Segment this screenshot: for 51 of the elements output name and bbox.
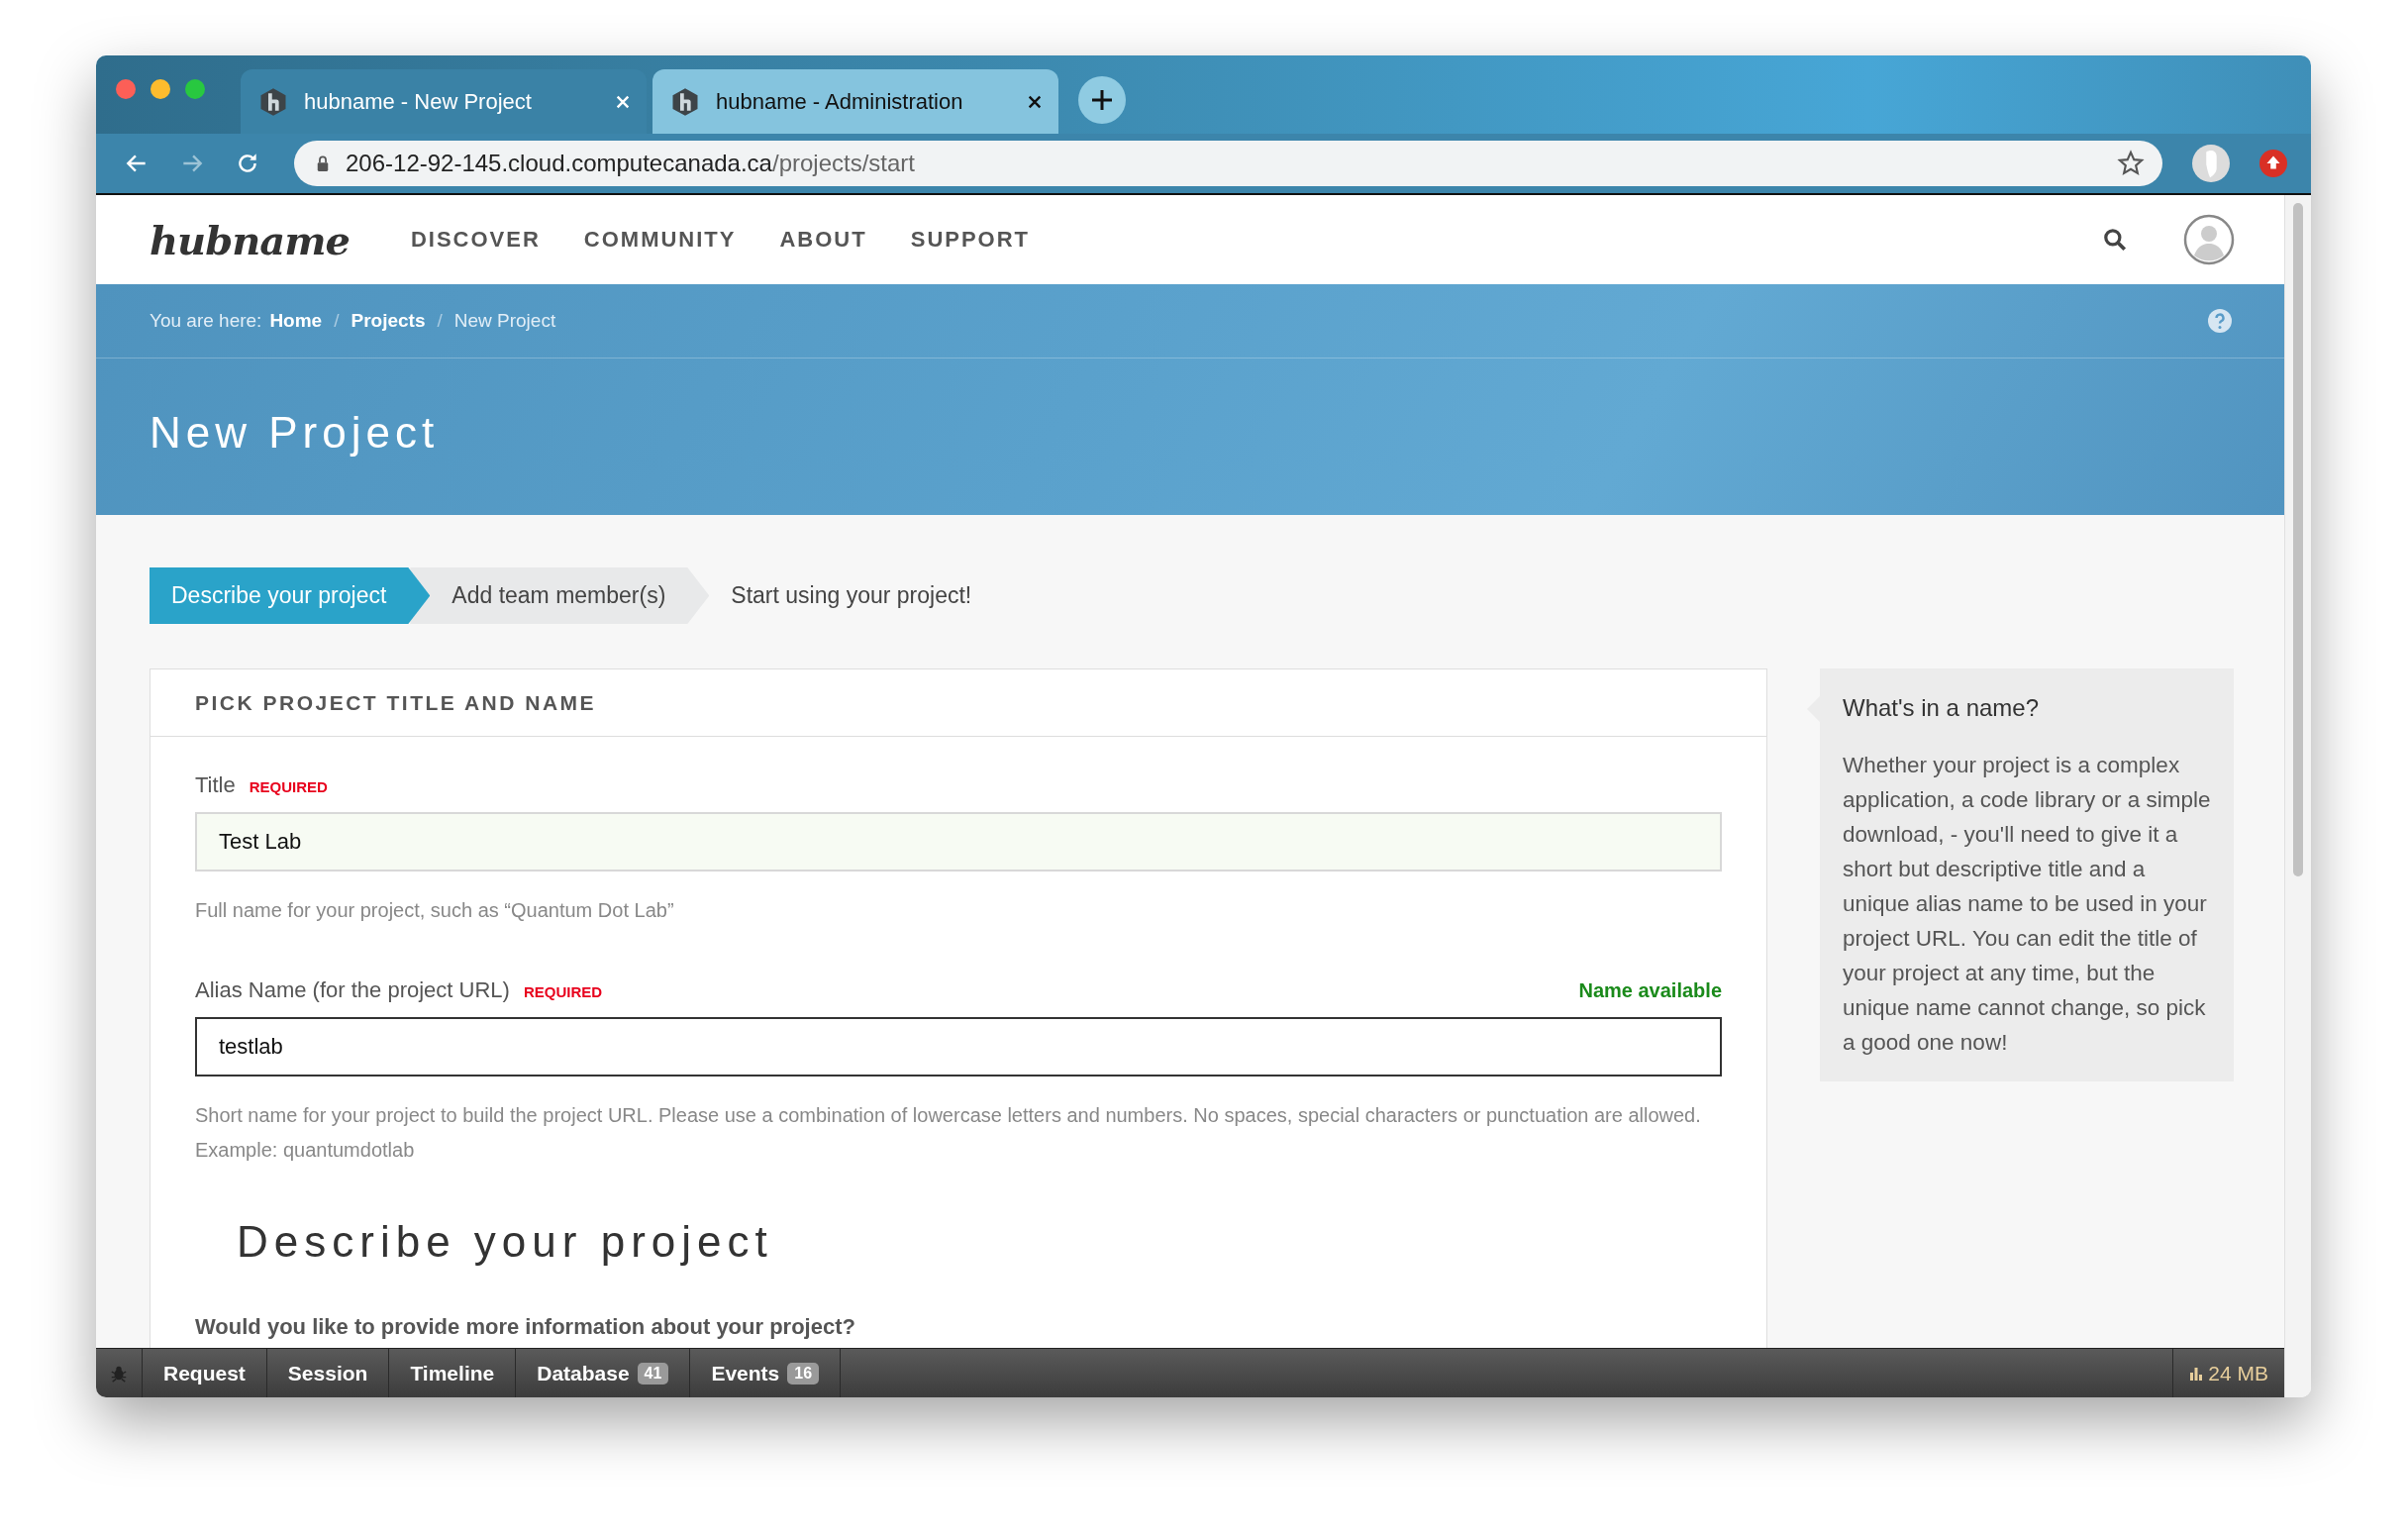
- help-icon[interactable]: [2207, 308, 2233, 334]
- zoom-window-button[interactable]: [185, 78, 205, 99]
- debug-tab[interactable]: Timeline: [389, 1349, 517, 1397]
- bar-chart-icon: [2189, 1366, 2204, 1381]
- star-icon[interactable]: [2117, 150, 2145, 177]
- browser-tab[interactable]: hubname - New Project: [241, 69, 647, 134]
- wizard-step: Describe your project: [150, 567, 431, 624]
- nav-link[interactable]: SUPPORT: [910, 227, 1031, 253]
- address-bar[interactable]: 206-12-92-145.cloud.computecanada.ca/projects/start: [294, 141, 2162, 186]
- wizard-step: Add team member(s): [410, 567, 710, 624]
- text-input[interactable]: Test Lab: [195, 812, 1722, 872]
- required-label: REQUIRED: [249, 778, 328, 795]
- hexagon-icon: [670, 86, 700, 117]
- breadcrumb-separator: /: [437, 310, 443, 332]
- search-icon[interactable]: [2102, 227, 2128, 253]
- question-text: Would you like to provide more information about your project?: [195, 1314, 856, 1340]
- section-title: PICK PROJECT TITLE AND NAME: [195, 690, 597, 715]
- debug-tab[interactable]: Session: [266, 1349, 390, 1397]
- field-label: Alias Name (for the project URL): [195, 977, 510, 1003]
- new-tab-button[interactable]: [1078, 75, 1126, 124]
- close-icon[interactable]: [1027, 93, 1043, 110]
- scrollbar-thumb[interactable]: [2293, 203, 2303, 876]
- field-label: Title: [195, 772, 236, 798]
- availability-status: Name available: [1578, 979, 1722, 1002]
- profile-icon[interactable]: [2192, 145, 2230, 182]
- upload-icon[interactable]: [2259, 150, 2287, 177]
- site-logo[interactable]: hubname: [150, 216, 350, 263]
- page-title: New Project: [150, 408, 441, 458]
- debug-tab[interactable]: Database 41: [516, 1349, 691, 1397]
- debug-tab[interactable]: Request: [143, 1349, 267, 1397]
- required-label: REQUIRED: [523, 983, 603, 1000]
- minimize-window-button[interactable]: [150, 78, 170, 99]
- nav-link[interactable]: ABOUT: [779, 227, 867, 253]
- breadcrumb-text: New Project: [453, 310, 556, 332]
- breadcrumb-text: You are here:: [150, 310, 262, 332]
- section-heading: Describe your project: [237, 1217, 774, 1267]
- field-hint: Full name for your project, such as “Quantum Dot Lab”: [195, 898, 675, 923]
- breadcrumb-separator: /: [334, 310, 340, 332]
- text-input[interactable]: testlab: [195, 1017, 1722, 1077]
- field-hint: Short name for your project to build the project URL. Please use a combination of lowercase letters and numbers. No spaces, special characters or punctuation are allowed. Example: quantumdotlab: [195, 1103, 1702, 1163]
- info-title: What's in a name?: [1843, 694, 2040, 722]
- hexagon-icon: [258, 86, 288, 117]
- lock-icon: [316, 154, 330, 172]
- info-text: Whether your project is a complex application, a code library or a simple download, - you'll need to give it a short but descriptive title and a unique alias name to be used in your project URL. You can edit the title of your project at any time, but the unique name cannot change, so pick a good one now!: [1843, 752, 2211, 1057]
- avatar-icon[interactable]: [2183, 214, 2235, 265]
- memory-usage: 24 MB: [2208, 1361, 2268, 1385]
- bug-icon[interactable]: [110, 1364, 128, 1383]
- debug-tab[interactable]: Events 16: [690, 1349, 842, 1397]
- browser-tab[interactable]: hubname - Administration: [652, 69, 1058, 134]
- nav-link[interactable]: COMMUNITY: [583, 227, 737, 253]
- nav-link[interactable]: DISCOVER: [410, 227, 541, 253]
